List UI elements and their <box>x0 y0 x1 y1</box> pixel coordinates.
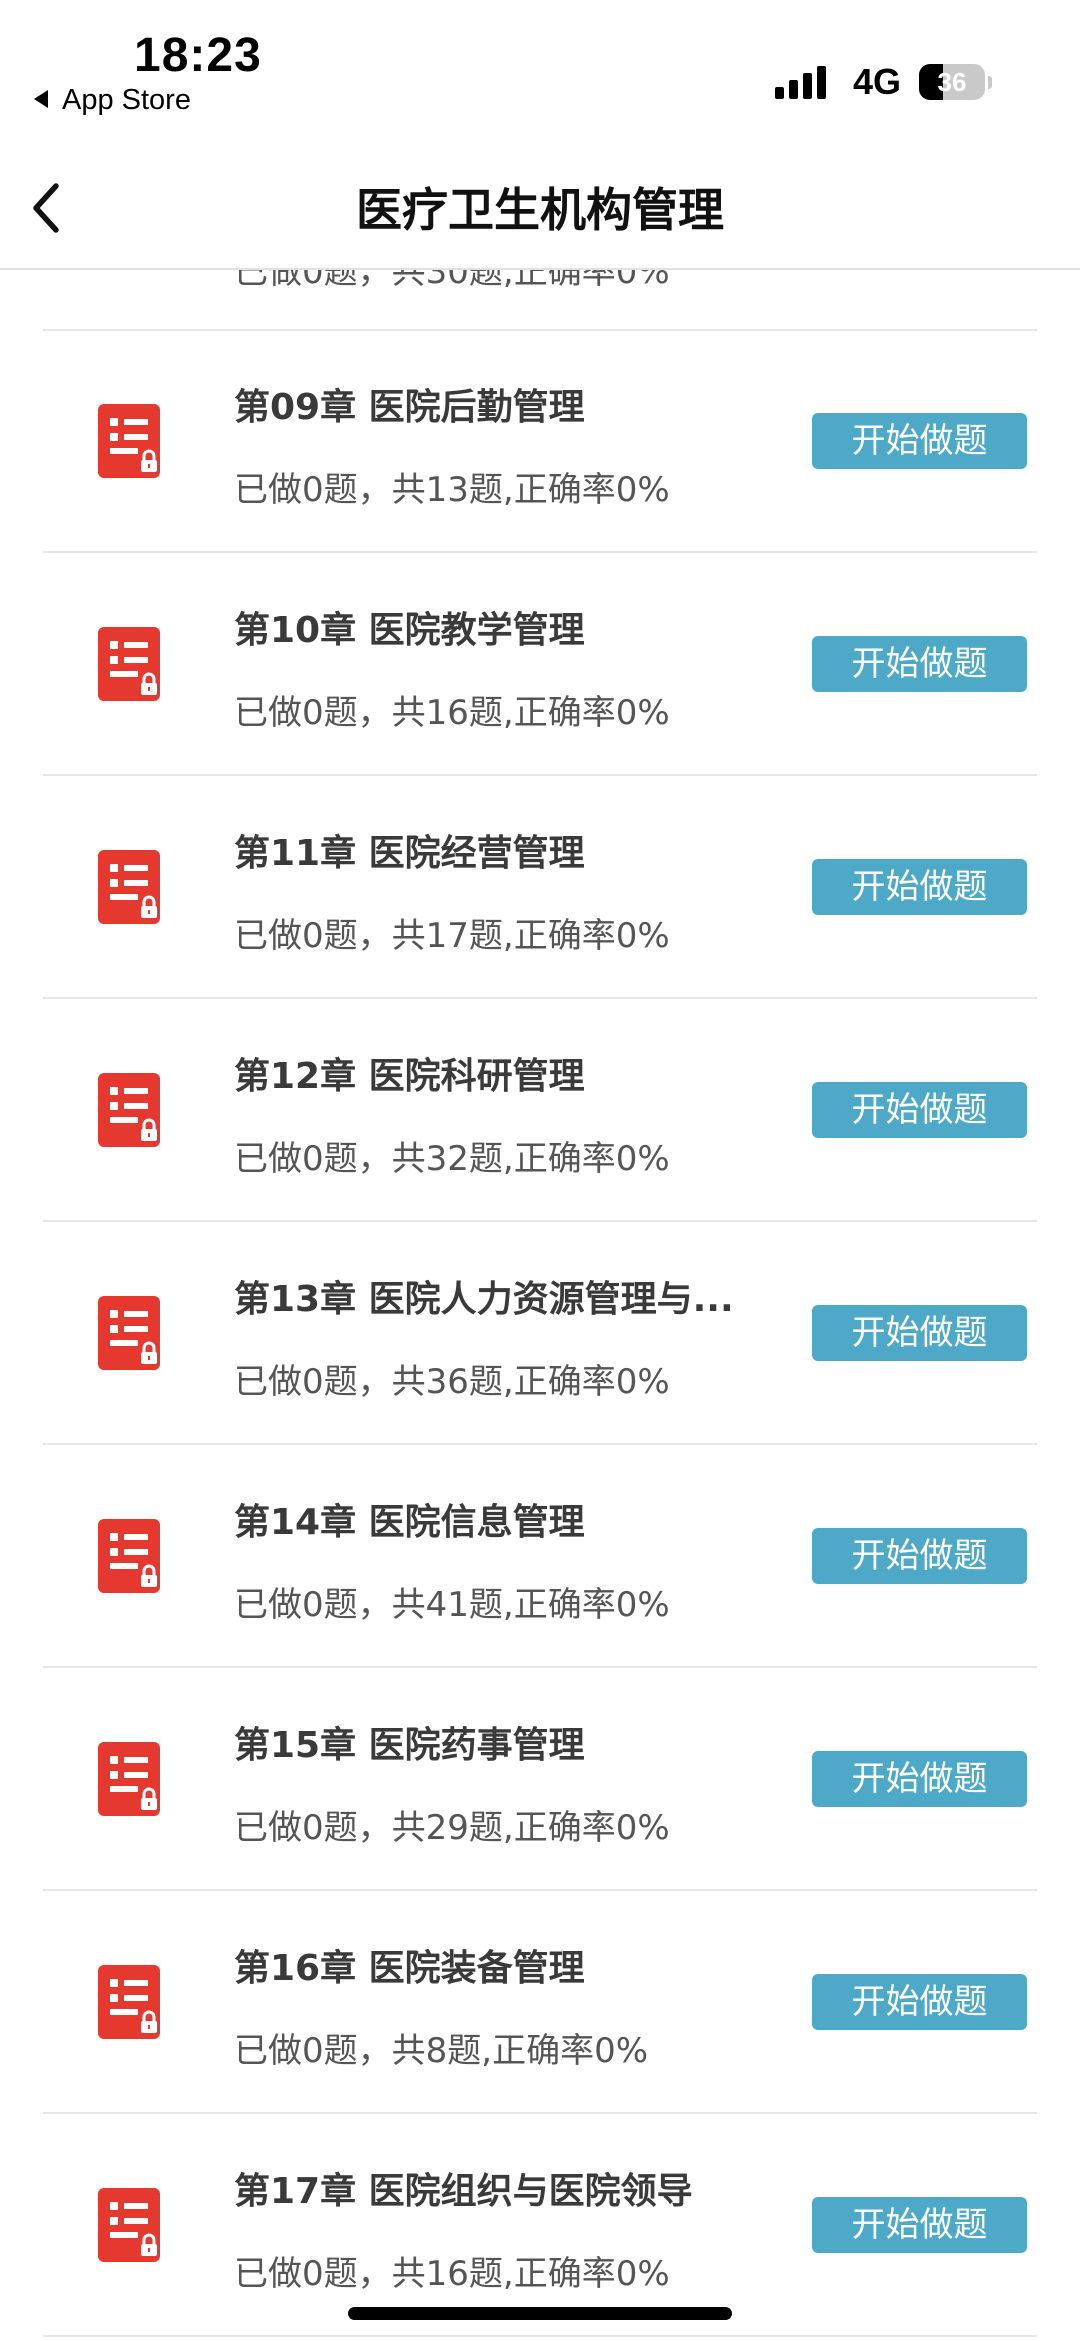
battery-tip <box>988 75 992 89</box>
chapter-rows: 第09章 医院后勤管理 已做0题，共13题,正确率0% 开始做题 第10章 医院… <box>0 330 1080 2337</box>
back-to-app-store[interactable]: App Store <box>34 84 191 117</box>
chapter-row[interactable]: 第15章 医院药事管理 已做0题，共29题,正确率0% 开始做题 <box>43 1668 1037 1891</box>
start-quiz-button[interactable]: 开始做题 <box>812 636 1027 692</box>
locked-document-icon <box>98 1296 160 1370</box>
chapter-title: 第12章 医院科研管理 <box>234 1056 585 1097</box>
chapter-row[interactable]: 第17章 医院组织与医院领导 已做0题，共16题,正确率0% 开始做题 <box>43 2114 1037 2337</box>
chapter-progress: 已做0题，共32题,正确率0% <box>234 1139 670 1179</box>
chapter-progress: 已做0题，共8题,正确率0% <box>234 2031 649 2071</box>
start-quiz-button[interactable]: 开始做题 <box>812 1305 1027 1361</box>
back-triangle-icon <box>34 90 48 108</box>
start-quiz-button[interactable]: 开始做题 <box>812 1528 1027 1584</box>
chapter-row[interactable]: 第14章 医院信息管理 已做0题，共41题,正确率0% 开始做题 <box>43 1445 1037 1668</box>
locked-document-icon <box>98 2188 160 2262</box>
battery-percent: 36 <box>937 67 967 97</box>
battery-icon: 36 <box>919 64 985 100</box>
status-bar: 18:23 App Store 4G 36 <box>0 0 1080 150</box>
chapter-title: 第09章 医院后勤管理 <box>234 387 585 428</box>
locked-document-icon <box>98 1965 160 2039</box>
chapter-title: 第14章 医院信息管理 <box>234 1502 585 1543</box>
home-indicator[interactable] <box>348 2307 732 2320</box>
locked-document-icon <box>98 627 160 701</box>
start-quiz-button[interactable]: 开始做题 <box>812 2197 1027 2253</box>
chapter-progress: 已做0题，共16题,正确率0% <box>234 2254 670 2294</box>
chapter-row[interactable]: 第12章 医院科研管理 已做0题，共32题,正确率0% 开始做题 <box>43 999 1037 1222</box>
chapter-title: 第16章 医院装备管理 <box>234 1948 585 1989</box>
chapter-progress: 已做0题，共29题,正确率0% <box>234 1808 670 1848</box>
chapter-title: 第17章 医院组织与医院领导 <box>234 2171 693 2212</box>
chapter-progress: 已做0题，共30题,正确率0% <box>234 270 670 292</box>
status-indicators: 4G 36 <box>774 61 992 102</box>
locked-document-icon <box>98 1742 160 1816</box>
locked-document-icon <box>98 404 160 478</box>
cellular-signal-icon <box>774 65 831 99</box>
locked-document-icon <box>98 1073 160 1147</box>
chapter-progress: 已做0题，共16题,正确率0% <box>234 693 670 733</box>
locked-document-icon <box>98 850 160 924</box>
chapter-progress: 已做0题，共41题,正确率0% <box>234 1585 670 1625</box>
start-quiz-button[interactable]: 开始做题 <box>812 1974 1027 2030</box>
chapter-progress: 已做0题，共13题,正确率0% <box>234 470 670 510</box>
chapter-title: 第11章 医院经营管理 <box>234 833 585 874</box>
page-title: 医疗卫生机构管理 <box>356 183 724 237</box>
start-quiz-button[interactable]: 开始做题 <box>812 1751 1027 1807</box>
locked-document-icon <box>98 1519 160 1593</box>
chapter-row[interactable]: 第10章 医院教学管理 已做0题，共16题,正确率0% 开始做题 <box>43 553 1037 776</box>
chapter-title: 第13章 医院人力资源管理与... <box>234 1279 734 1320</box>
status-time: 18:23 <box>134 29 262 82</box>
chapter-row[interactable]: 第11章 医院经营管理 已做0题，共17题,正确率0% 开始做题 <box>43 776 1037 999</box>
start-quiz-button[interactable]: 开始做题 <box>812 1082 1027 1138</box>
chapter-row[interactable]: 第13章 医院人力资源管理与... 已做0题，共36题,正确率0% 开始做题 <box>43 1222 1037 1445</box>
chapter-title: 第10章 医院教学管理 <box>234 610 585 651</box>
navigation-bar: 医疗卫生机构管理 <box>0 150 1080 270</box>
chapter-progress: 已做0题，共36题,正确率0% <box>234 1362 670 1402</box>
chapter-row[interactable]: 第09章 医院后勤管理 已做0题，共13题,正确率0% 开始做题 <box>43 330 1037 553</box>
chapter-list[interactable]: 已做0题，共30题,正确率0% 第09章 医院后勤管理 已做0题，共13题,正确… <box>0 270 1080 2341</box>
start-quiz-button[interactable]: 开始做题 <box>812 413 1027 469</box>
start-quiz-button[interactable]: 开始做题 <box>812 859 1027 915</box>
chapter-title: 第15章 医院药事管理 <box>234 1725 585 1766</box>
list-item-partial[interactable]: 已做0题，共30题,正确率0% <box>43 270 1037 331</box>
chapter-row[interactable]: 第16章 医院装备管理 已做0题，共8题,正确率0% 开始做题 <box>43 1891 1037 2114</box>
chapter-progress: 已做0题，共17题,正确率0% <box>234 916 670 956</box>
back-app-label: App Store <box>62 84 191 116</box>
network-type: 4G <box>852 61 901 102</box>
